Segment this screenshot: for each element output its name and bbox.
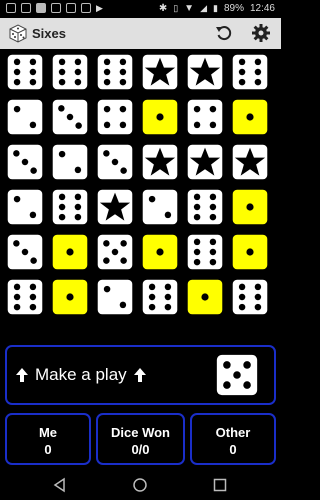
die-6[interactable] (232, 279, 268, 315)
die-6[interactable] (142, 279, 178, 315)
image-icon (66, 3, 76, 13)
notification-icons: ▶ (6, 3, 103, 13)
die-3[interactable] (7, 234, 43, 270)
score-other: Other 0 (190, 413, 276, 465)
settings-icon (252, 24, 270, 42)
die-1[interactable] (187, 279, 223, 315)
die-1[interactable] (142, 99, 178, 135)
score-dice-won-label: Dice Won (111, 425, 170, 440)
die-3[interactable] (7, 144, 43, 180)
undo-button[interactable] (213, 22, 235, 44)
battery-icon: ▮ (213, 3, 218, 13)
die-6[interactable] (7, 54, 43, 90)
home-icon[interactable] (132, 477, 148, 493)
die-1[interactable] (142, 234, 178, 270)
mail-icon (81, 3, 91, 13)
die-2[interactable] (7, 189, 43, 225)
recents-icon[interactable] (212, 477, 228, 493)
mail-icon (51, 3, 61, 13)
file-icon (21, 3, 31, 13)
score-me: Me 0 (5, 413, 91, 465)
arrow-up-icon (16, 368, 28, 382)
wifi-icon: ▼ (184, 3, 195, 14)
die-3[interactable] (97, 144, 133, 180)
die-2[interactable] (142, 189, 178, 225)
die-6[interactable] (97, 54, 133, 90)
make-a-play-label-group: Make a play (15, 365, 147, 385)
die-star[interactable] (232, 144, 268, 180)
die-4[interactable] (187, 99, 223, 135)
die-2[interactable] (52, 144, 88, 180)
vibrate-icon: ▯ (173, 3, 179, 13)
make-a-play-label: Make a play (35, 365, 127, 384)
signal-icon (6, 3, 16, 13)
score-me-value: 0 (44, 442, 52, 457)
score-other-label: Other (215, 425, 251, 440)
die-6[interactable] (7, 279, 43, 315)
app-bar: Sixes (0, 18, 281, 49)
die-1[interactable] (52, 234, 88, 270)
score-other-value: 0 (229, 442, 237, 457)
die-5[interactable] (97, 234, 133, 270)
facebook-icon (36, 3, 46, 13)
die-1[interactable] (232, 189, 268, 225)
score-dice-won-value: 0/0 (131, 442, 150, 457)
die-3[interactable] (52, 99, 88, 135)
die-2[interactable] (97, 279, 133, 315)
die-4[interactable] (97, 99, 133, 135)
die-1[interactable] (232, 99, 268, 135)
score-me-label: Me (38, 425, 58, 440)
navigation-bar (0, 470, 281, 500)
back-icon[interactable] (52, 477, 68, 493)
die-star[interactable] (187, 54, 223, 90)
arrow-up-icon (133, 368, 146, 382)
die-1[interactable] (52, 279, 88, 315)
make-a-play-button[interactable]: Make a play (5, 345, 276, 405)
die-star[interactable] (187, 144, 223, 180)
die-star[interactable] (142, 54, 178, 90)
settings-button[interactable] (250, 22, 272, 44)
die-star[interactable] (97, 189, 133, 225)
battery-percent: 89% (223, 3, 244, 14)
die-1[interactable] (232, 234, 268, 270)
die-6[interactable] (187, 234, 223, 270)
die-star[interactable] (142, 144, 178, 180)
bluetooth-icon: ✱ (158, 3, 168, 14)
score-dice-won: Dice Won 0/0 (96, 413, 185, 465)
system-icons: ✱ ▯ ▼ ◢ ▮ 89% 12:46 (159, 3, 275, 14)
status-bar: ▶ ✱ ▯ ▼ ◢ ▮ 89% 12:46 (0, 0, 281, 18)
die-6[interactable] (52, 54, 88, 90)
play-icon: ▶ (96, 3, 103, 13)
dice-icon (9, 24, 27, 43)
cell-signal-icon: ◢ (200, 3, 207, 13)
clock: 12:46 (249, 3, 275, 14)
die-2[interactable] (7, 99, 43, 135)
die-6[interactable] (52, 189, 88, 225)
current-die[interactable] (216, 354, 258, 396)
die-6[interactable] (232, 54, 268, 90)
app-title: Sixes (32, 26, 66, 41)
die-6[interactable] (187, 189, 223, 225)
undo-icon (216, 26, 232, 41)
